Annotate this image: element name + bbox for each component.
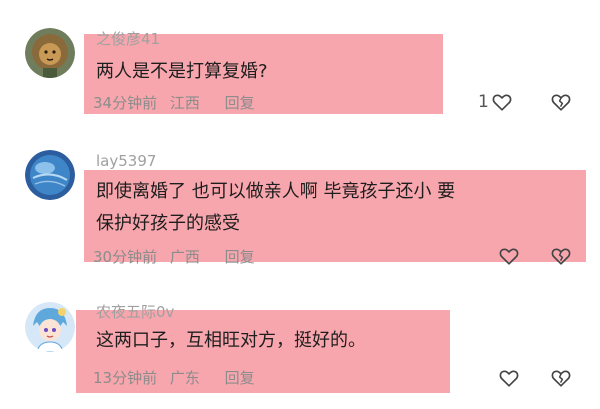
comment-text-line: 这两口子，互相旺对方，挺好的。 — [96, 330, 366, 351]
like-button[interactable] — [498, 366, 520, 390]
comment-text-line: 两人是不是打算复婚? — [96, 61, 268, 82]
reply-button[interactable]: 回复 — [225, 94, 255, 112]
broken-heart-icon — [551, 370, 571, 387]
comment-text: 这两口子，互相旺对方，挺好的。 — [96, 325, 366, 357]
comment-text-line: 即使离婚了 也可以做亲人啊 毕竟孩子还小 要 — [96, 181, 456, 202]
comment-item: 之俊彦41 两人是不是打算复婚? 34分钟前 江西 回复 1 — [0, 0, 600, 130]
comment-text: 两人是不是打算复婚? — [96, 56, 268, 88]
like-button[interactable] — [498, 244, 520, 268]
broken-heart-icon — [551, 94, 571, 111]
like-button[interactable]: 1 — [478, 90, 513, 114]
broken-heart-icon — [551, 248, 571, 265]
username[interactable]: lay5397 — [96, 152, 156, 170]
username[interactable]: 农夜五际0v — [96, 301, 174, 322]
avatar[interactable] — [25, 302, 75, 352]
username[interactable]: 之俊彦41 — [96, 28, 160, 49]
comment-meta: 13分钟前 广东 回复 — [93, 367, 263, 388]
heart-icon — [492, 94, 512, 111]
comment-item: 农夜五际0v 这两口子，互相旺对方，挺好的。 13分钟前 广东 回复 — [0, 280, 600, 409]
comment-location: 广东 — [169, 369, 200, 387]
comment-item: lay5397 即使离婚了 也可以做亲人啊 毕竟孩子还小 要 保护好孩子的感受 … — [0, 130, 600, 280]
comment-location: 江西 — [169, 94, 200, 112]
avatar[interactable] — [25, 150, 75, 200]
dislike-button[interactable] — [550, 90, 572, 114]
blue-sphere-avatar-icon — [25, 150, 75, 200]
avatar[interactable] — [25, 28, 75, 78]
reply-button[interactable]: 回复 — [225, 248, 255, 266]
heart-icon — [499, 248, 519, 265]
comment-location: 广西 — [169, 248, 200, 266]
comment-meta: 34分钟前 江西 回复 — [93, 92, 263, 113]
comment-time: 13分钟前 — [93, 369, 158, 387]
comment-time: 30分钟前 — [93, 248, 158, 266]
comment-time: 34分钟前 — [93, 94, 158, 112]
anime-avatar-icon — [25, 302, 75, 352]
comment-text: 即使离婚了 也可以做亲人啊 毕竟孩子还小 要 保护好孩子的感受 — [96, 176, 455, 240]
comment-text-line: 保护好孩子的感受 — [96, 213, 240, 234]
dislike-button[interactable] — [550, 244, 572, 268]
heart-icon — [499, 370, 519, 387]
like-count: 1 — [478, 92, 489, 112]
comment-meta: 30分钟前 广西 回复 — [93, 246, 263, 267]
lion-avatar-icon — [25, 28, 75, 78]
dislike-button[interactable] — [550, 366, 572, 390]
reply-button[interactable]: 回复 — [225, 369, 255, 387]
